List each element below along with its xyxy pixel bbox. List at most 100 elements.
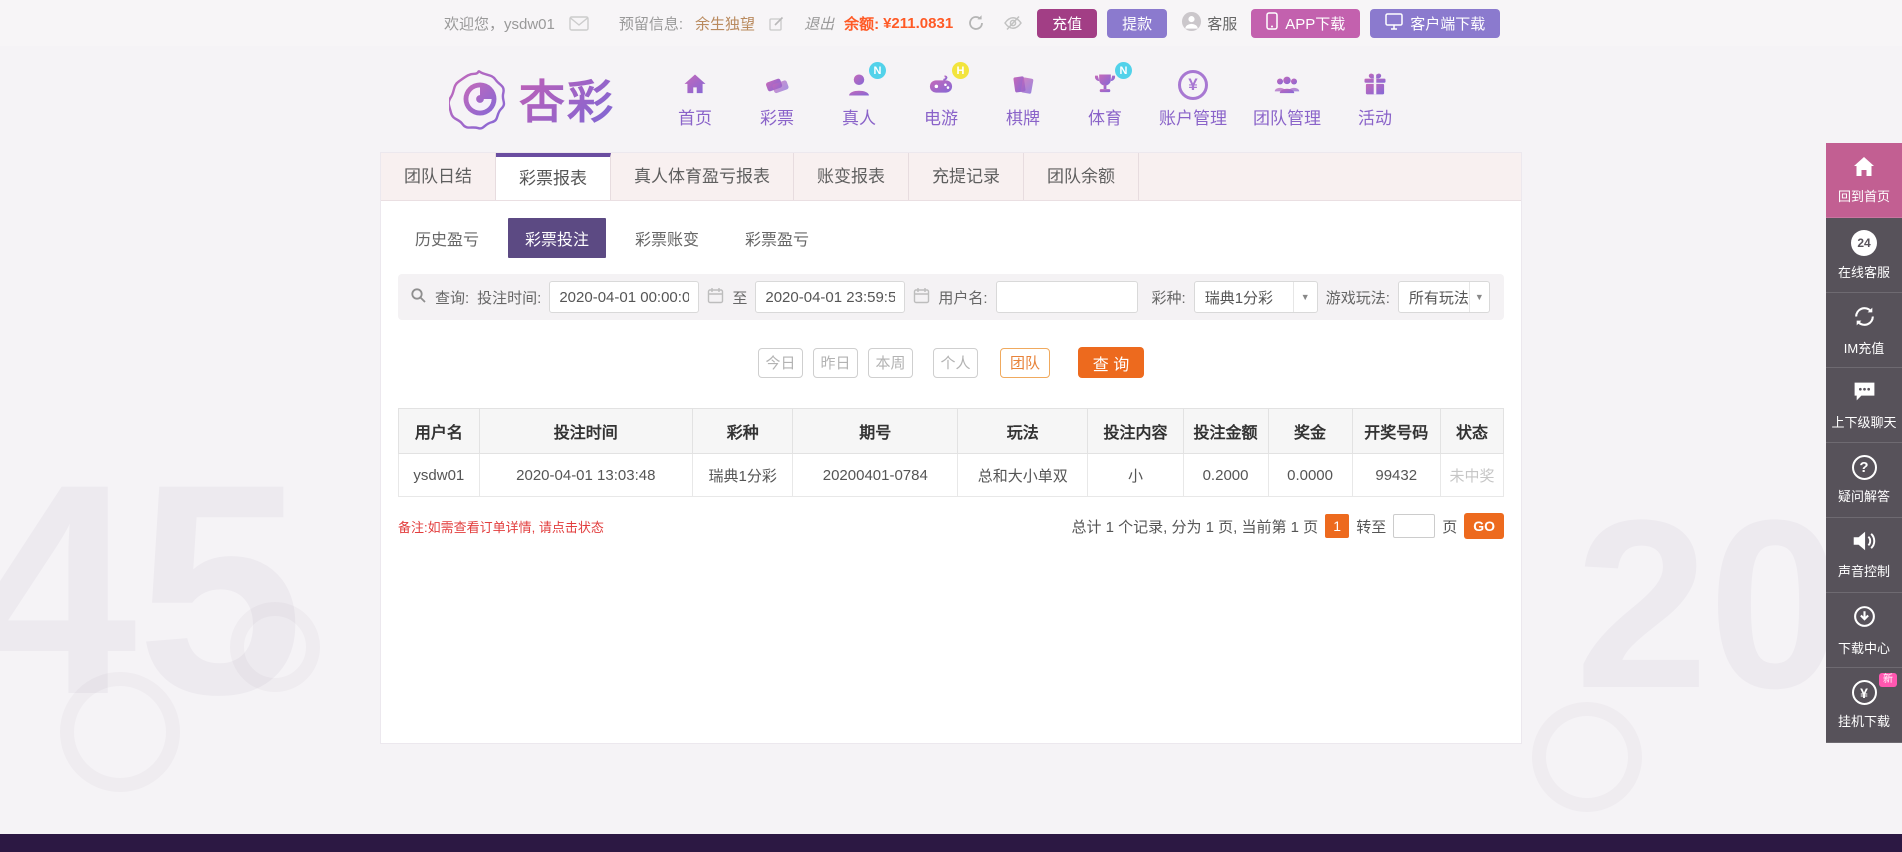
- client-download-button[interactable]: 客户端下载: [1370, 8, 1501, 38]
- logout-link[interactable]: 退出: [804, 13, 834, 34]
- nav-item-live[interactable]: N 真人: [831, 62, 887, 129]
- withdraw-button[interactable]: 提款: [1107, 8, 1168, 38]
- cell-status[interactable]: 未中奖: [1439, 453, 1505, 497]
- col-prize: 奖金: [1267, 408, 1353, 454]
- col-status: 状态: [1439, 408, 1505, 454]
- lottery-type-value: 瑞典1分彩: [1204, 289, 1274, 307]
- nav-item-egames[interactable]: H 电游: [913, 62, 969, 129]
- subtab-lottery-bets[interactable]: 彩票投注: [508, 218, 607, 258]
- refresh-balance-icon[interactable]: [967, 14, 985, 32]
- calendar-icon[interactable]: [707, 287, 724, 308]
- nav-item-cards[interactable]: 棋牌: [995, 69, 1051, 129]
- main-panel: 团队日结 彩票报表 真人体育盈亏报表 账变报表 充提记录 团队余额 历史盈亏 彩…: [380, 152, 1522, 744]
- floating-sidebar: 回到首页 24 在线客服 IM充值 上下级聊天 ? 疑问解答 声音控制 下载中心…: [1826, 143, 1902, 743]
- nav-item-lottery[interactable]: 彩票: [749, 69, 805, 129]
- goto-page-input[interactable]: [1393, 514, 1436, 538]
- footer-bar: [0, 834, 1902, 852]
- nav-label: 体育: [1088, 109, 1122, 128]
- nav-item-home[interactable]: 首页: [667, 69, 723, 129]
- app-download-button[interactable]: APP下载: [1251, 8, 1361, 38]
- table-header-row: 用户名 投注时间 彩种 期号 玩法 投注内容 投注金额 奖金 开奖号码 状态: [398, 408, 1505, 454]
- sidebar-item-back-home[interactable]: 回到首页: [1826, 143, 1902, 218]
- reserved-info-value[interactable]: 余生独望: [695, 13, 755, 34]
- site-logo[interactable]: 杏彩: [449, 66, 615, 132]
- cell-issue: 20200401-0784: [792, 453, 959, 497]
- chevron-down-icon: ▼: [1468, 282, 1489, 312]
- hide-balance-icon[interactable]: [1003, 15, 1023, 31]
- current-page-button[interactable]: 1: [1325, 514, 1350, 538]
- nav-label: 真人: [842, 109, 876, 128]
- trophy-icon: N: [1089, 62, 1132, 101]
- nav-item-team[interactable]: 团队管理: [1253, 69, 1321, 129]
- nav-item-promotions[interactable]: 活动: [1347, 69, 1403, 129]
- question-icon: ?: [1851, 455, 1877, 480]
- cell-username: ysdw01: [398, 453, 480, 497]
- customer-service-label: 客服: [1207, 15, 1238, 33]
- nav-label: 首页: [678, 109, 712, 128]
- tab-live-sports-report[interactable]: 真人体育盈亏报表: [611, 153, 794, 200]
- tab-team-daily[interactable]: 团队日结: [381, 153, 496, 200]
- page-unit-label: 页: [1442, 518, 1458, 536]
- cell-bet-amount: 0.2000: [1182, 453, 1269, 497]
- badge-n: N: [869, 62, 886, 79]
- sidebar-label: 在线客服: [1837, 264, 1890, 280]
- start-time-input[interactable]: [549, 281, 700, 313]
- pagination-summary: 总计 1 个记录, 分为 1 页, 当前第 1 页: [1071, 518, 1319, 536]
- badge-h: H: [952, 62, 969, 79]
- customer-service-link[interactable]: 客服: [1181, 11, 1237, 36]
- play-type-value: 所有玩法: [1408, 289, 1469, 307]
- filter-yesterday-button[interactable]: 昨日: [813, 347, 858, 378]
- speaker-icon: [1851, 530, 1877, 555]
- col-bet-content: 投注内容: [1087, 408, 1184, 454]
- col-play: 玩法: [957, 408, 1089, 454]
- sidebar-item-faq[interactable]: ? 疑问解答: [1826, 443, 1902, 518]
- query-submit-button[interactable]: 查 询: [1078, 347, 1144, 378]
- background-ball: [1532, 702, 1642, 812]
- phone-icon: [1266, 12, 1278, 34]
- sidebar-label: 回到首页: [1837, 188, 1890, 204]
- tab-lottery-report[interactable]: 彩票报表: [496, 153, 611, 200]
- calendar-icon[interactable]: [913, 287, 930, 308]
- tab-team-balance[interactable]: 团队余额: [1024, 153, 1139, 200]
- subtab-history-profit[interactable]: 历史盈亏: [398, 218, 496, 258]
- sidebar-item-chat[interactable]: 上下级聊天: [1826, 368, 1902, 443]
- tab-deposit-withdraw-records[interactable]: 充提记录: [909, 153, 1024, 200]
- quick-filters: 今日 昨日 本周 个人 团队 查 询: [381, 347, 1521, 378]
- cell-prize: 0.0000: [1267, 453, 1353, 497]
- badge-n: N: [1115, 62, 1132, 79]
- filter-personal-button[interactable]: 个人: [933, 347, 978, 378]
- edit-icon[interactable]: [769, 16, 784, 31]
- chat-bubble-icon: [1852, 380, 1877, 406]
- sidebar-item-sound[interactable]: 声音控制: [1826, 518, 1902, 593]
- col-bet-amount: 投注金额: [1182, 408, 1269, 454]
- home-icon: [679, 69, 711, 101]
- table-footer: 备注:如需查看订单详情, 请点击状态 总计 1 个记录, 分为 1 页, 当前第…: [398, 513, 1504, 539]
- filter-thisweek-button[interactable]: 本周: [868, 347, 913, 378]
- sidebar-item-download-center[interactable]: 下载中心: [1826, 593, 1902, 668]
- nav-item-account[interactable]: ¥ 账户管理: [1159, 69, 1227, 129]
- go-button[interactable]: GO: [1464, 513, 1504, 539]
- nav-item-sports[interactable]: N 体育: [1077, 62, 1133, 129]
- col-draw-number: 开奖号码: [1351, 408, 1441, 454]
- end-time-input[interactable]: [755, 281, 906, 313]
- play-type-select[interactable]: 所有玩法 ▼: [1397, 281, 1490, 313]
- yuan-circle-icon: ¥: [1851, 680, 1877, 705]
- lottery-type-select[interactable]: 瑞典1分彩 ▼: [1193, 281, 1318, 313]
- sidebar-item-hangup-download[interactable]: 新 ¥ 挂机下载: [1826, 668, 1902, 743]
- sidebar-item-im-recharge[interactable]: IM充值: [1826, 293, 1902, 368]
- main-nav: 首页 彩票 N 真人 H 电游 棋牌 N 体育 ¥ 账户管理 团队管理 活动: [667, 62, 1403, 129]
- tab-account-change-report[interactable]: 账变报表: [794, 153, 909, 200]
- recharge-button[interactable]: 充值: [1037, 8, 1098, 38]
- username-input[interactable]: [995, 281, 1138, 313]
- lottery-type-label: 彩种:: [1151, 289, 1186, 307]
- subtab-lottery-profit[interactable]: 彩票盈亏: [728, 218, 826, 258]
- sidebar-item-online-service[interactable]: 24 在线客服: [1826, 218, 1902, 293]
- service-24h-icon: 24: [1851, 229, 1877, 256]
- app-download-label: APP下载: [1285, 15, 1346, 33]
- home-icon: [1852, 156, 1876, 180]
- filter-team-button[interactable]: 团队: [1000, 347, 1050, 378]
- subtab-lottery-account-change[interactable]: 彩票账变: [618, 218, 716, 258]
- filter-today-button[interactable]: 今日: [758, 347, 803, 378]
- cell-lottery: 瑞典1分彩: [691, 453, 794, 497]
- mail-icon[interactable]: [569, 15, 589, 31]
